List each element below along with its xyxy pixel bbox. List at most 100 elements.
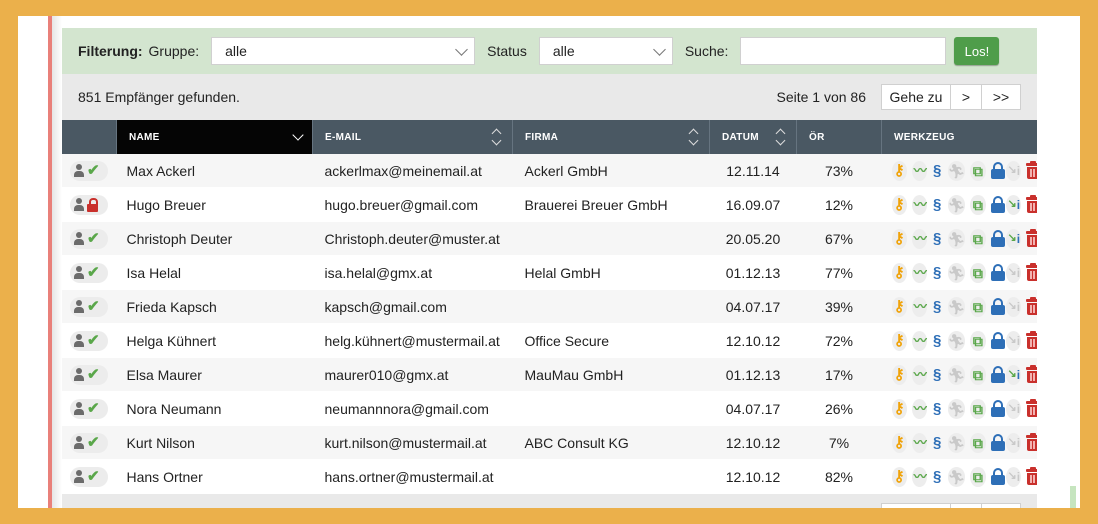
activity-icon[interactable]: 〰 (911, 296, 927, 317)
copy-icon[interactable]: ⧉ (970, 296, 986, 317)
lock-icon[interactable] (990, 433, 1005, 452)
name-cell[interactable]: Frieda Kapsch (116, 289, 313, 324)
status-toggle[interactable]: ✔ (70, 466, 108, 487)
runner-icon[interactable]: 🏃︎ (947, 330, 966, 351)
runner-icon[interactable]: 🏃︎ (947, 398, 966, 419)
section-icon[interactable]: § (932, 331, 943, 351)
runner-icon[interactable]: 🏃︎ (947, 160, 966, 181)
activity-icon[interactable]: 〰 (911, 398, 927, 419)
status-toggle[interactable] (70, 194, 108, 215)
key-icon[interactable]: ⚷ (891, 160, 907, 181)
name-cell[interactable]: Max Ackerl (116, 154, 313, 188)
last-page-button-bottom[interactable]: >> (981, 503, 1021, 508)
trash-icon[interactable] (1026, 229, 1037, 247)
runner-icon[interactable]: 🏃︎ (947, 228, 966, 249)
activity-icon[interactable]: 〰 (911, 364, 927, 385)
section-icon[interactable]: § (932, 195, 943, 215)
name-cell[interactable]: Nora Neumann (116, 391, 313, 426)
info-icon[interactable]: ↘ i (1006, 228, 1022, 249)
header-firma[interactable]: FIRMA (512, 120, 710, 154)
status-toggle[interactable]: ✔ (70, 160, 108, 181)
copy-icon[interactable]: ⧉ (970, 432, 986, 453)
lock-icon[interactable] (990, 263, 1005, 282)
trash-icon[interactable] (1026, 195, 1037, 213)
status-select[interactable]: alle (538, 37, 673, 65)
trash-icon[interactable] (1026, 161, 1037, 179)
table-row[interactable]: ✔ Kurt Nilson kurt.nilson@mustermail.at ABC… (62, 425, 1037, 460)
section-icon[interactable]: § (932, 365, 943, 385)
lock-icon[interactable] (990, 297, 1005, 316)
section-icon[interactable]: § (932, 399, 943, 419)
header-name[interactable]: NAME (116, 120, 313, 154)
status-toggle[interactable]: ✔ (70, 398, 108, 419)
lock-icon[interactable] (990, 161, 1005, 180)
runner-icon[interactable]: 🏃︎ (947, 364, 966, 385)
table-row[interactable]: ✔ Isa Helal isa.helal@gmx.at Helal GmbH 01.1… (62, 255, 1037, 290)
name-cell[interactable]: Christoph Deuter (116, 221, 313, 256)
section-icon[interactable]: § (932, 229, 943, 249)
runner-icon[interactable]: 🏃︎ (947, 466, 966, 487)
header-email[interactable]: E-MAIL (312, 120, 513, 154)
key-icon[interactable]: ⚷ (891, 398, 907, 419)
copy-icon[interactable]: ⧉ (970, 364, 986, 385)
info-icon[interactable]: ↘ i (1006, 466, 1022, 487)
key-icon[interactable]: ⚷ (891, 296, 907, 317)
trash-icon[interactable] (1026, 263, 1037, 281)
status-toggle[interactable]: ✔ (70, 432, 108, 453)
status-toggle[interactable]: ✔ (70, 296, 108, 317)
info-icon[interactable]: ↘ i (1006, 194, 1022, 215)
table-row[interactable]: ✔ Frieda Kapsch kapsch@gmail.com 04.07.17 39… (62, 289, 1037, 324)
lock-icon[interactable] (990, 467, 1005, 486)
search-button[interactable]: Los! (954, 37, 1000, 65)
copy-icon[interactable]: ⧉ (970, 228, 986, 249)
name-cell[interactable]: Isa Helal (116, 255, 313, 290)
status-toggle[interactable]: ✔ (70, 364, 108, 385)
table-row[interactable]: ✔ Helga Kühnert helg.kühnert@mustermail.at… (62, 323, 1037, 358)
trash-icon[interactable] (1026, 399, 1037, 417)
info-icon[interactable]: ↘ i (1006, 330, 1022, 351)
copy-icon[interactable]: ⧉ (970, 262, 986, 283)
lock-icon[interactable] (990, 399, 1005, 418)
name-cell[interactable]: Hans Ortner (116, 459, 313, 494)
info-icon[interactable]: ↘ i (1006, 262, 1022, 283)
trash-icon[interactable] (1026, 467, 1037, 485)
activity-icon[interactable]: 〰 (911, 466, 927, 487)
lock-icon[interactable] (990, 195, 1005, 214)
runner-icon[interactable]: 🏃︎ (947, 432, 966, 453)
section-icon[interactable]: § (932, 263, 943, 283)
activity-icon[interactable]: 〰 (911, 228, 927, 249)
next-page-button[interactable]: > (950, 84, 982, 110)
next-page-button-bottom[interactable]: > (950, 503, 982, 508)
section-icon[interactable]: § (932, 161, 943, 181)
group-select[interactable]: alle (211, 37, 476, 65)
goto-page-button-bottom[interactable]: Gehe zu (881, 503, 951, 508)
table-row[interactable]: ✔ Christoph Deuter Christoph.deuter@muster… (62, 221, 1037, 256)
copy-icon[interactable]: ⧉ (970, 398, 986, 419)
info-icon[interactable]: ↘ i (1006, 398, 1022, 419)
trash-icon[interactable] (1026, 433, 1037, 451)
activity-icon[interactable]: 〰 (911, 432, 927, 453)
activity-icon[interactable]: 〰 (911, 194, 927, 215)
goto-page-button[interactable]: Gehe zu (881, 84, 951, 110)
table-row[interactable]: ✔ Nora Neumann neumannnora@gmail.com 04.07.… (62, 391, 1037, 426)
table-row[interactable]: ✔ Hans Ortner hans.ortner@mustermail.at 12.… (62, 459, 1037, 494)
name-cell[interactable]: Kurt Nilson (116, 425, 313, 460)
key-icon[interactable]: ⚷ (891, 466, 907, 487)
name-cell[interactable]: Elsa Maurer (116, 357, 313, 392)
key-icon[interactable]: ⚷ (891, 364, 907, 385)
runner-icon[interactable]: 🏃︎ (947, 296, 966, 317)
key-icon[interactable]: ⚷ (891, 330, 907, 351)
activity-icon[interactable]: 〰 (911, 262, 927, 283)
name-cell[interactable]: Hugo Breuer (116, 187, 313, 222)
status-toggle[interactable]: ✔ (70, 228, 108, 249)
section-icon[interactable]: § (932, 433, 943, 453)
lock-icon[interactable] (990, 365, 1005, 384)
copy-icon[interactable]: ⧉ (970, 466, 986, 487)
key-icon[interactable]: ⚷ (891, 228, 907, 249)
runner-icon[interactable]: 🏃︎ (947, 262, 966, 283)
status-toggle[interactable]: ✔ (70, 262, 108, 283)
lock-icon[interactable] (990, 331, 1005, 350)
copy-icon[interactable]: ⧉ (970, 194, 986, 215)
key-icon[interactable]: ⚷ (891, 194, 907, 215)
info-icon[interactable]: ↘ i (1006, 432, 1022, 453)
